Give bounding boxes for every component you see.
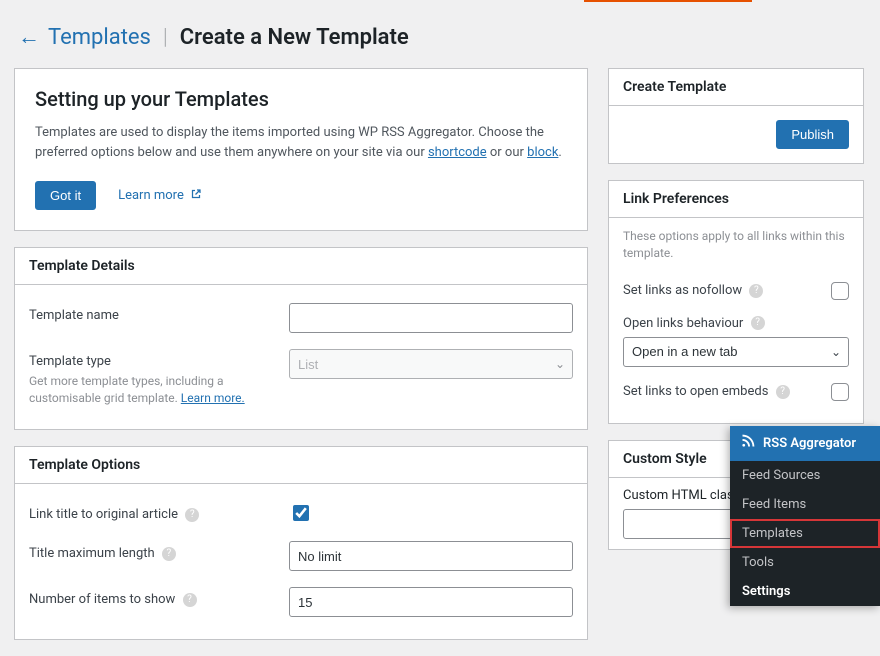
template-type-learnmore-link[interactable]: Learn more. <box>181 391 245 405</box>
learn-more-link[interactable]: Learn more <box>118 188 202 204</box>
create-template-card: Create Template Publish <box>608 68 864 164</box>
template-options-header: Template Options <box>15 447 587 484</box>
embeds-checkbox[interactable] <box>831 383 849 401</box>
create-template-header: Create Template <box>609 69 863 106</box>
intro-text: Templates are used to display the items … <box>35 123 567 163</box>
publish-button[interactable]: Publish <box>776 120 849 149</box>
link-preferences-card: Link Preferences These options apply to … <box>608 180 864 424</box>
intro-card: Setting up your Templates Templates are … <box>14 68 588 231</box>
rss-icon <box>740 434 755 453</box>
template-type-hint: Get more template types, including a cus… <box>29 373 279 407</box>
title-max-label: Title maximum length <box>29 546 155 561</box>
admin-submenu-item[interactable]: Feed Sources <box>730 461 880 490</box>
shortcode-link[interactable]: shortcode <box>428 145 487 160</box>
page-title: Create a New Template <box>180 25 409 50</box>
help-icon[interactable]: ? <box>185 508 199 522</box>
template-details-card: Template Details Template name Template … <box>14 247 588 430</box>
num-items-input[interactable] <box>289 587 573 617</box>
gotit-button[interactable]: Got it <box>35 181 96 210</box>
custom-html-class-label: Custom HTML class <box>623 488 740 503</box>
breadcrumb: ← Templates | Create a New Template <box>14 3 864 68</box>
openlinks-label: Open links behaviour <box>623 316 743 331</box>
link-title-checkbox[interactable] <box>293 505 309 521</box>
template-name-input[interactable] <box>289 303 573 333</box>
help-icon[interactable]: ? <box>776 385 790 399</box>
intro-title: Setting up your Templates <box>35 87 567 111</box>
top-accent <box>584 0 752 2</box>
help-icon[interactable]: ? <box>749 284 763 298</box>
help-icon[interactable]: ? <box>162 547 176 561</box>
admin-submenu-item[interactable]: Settings <box>730 577 880 606</box>
block-link[interactable]: block <box>527 145 558 160</box>
admin-submenu-head[interactable]: RSS Aggregator <box>730 426 880 461</box>
link-preferences-note: These options apply to all links within … <box>623 228 849 262</box>
admin-submenu: RSS Aggregator Feed SourcesFeed ItemsTem… <box>730 426 880 606</box>
template-details-header: Template Details <box>15 248 587 285</box>
admin-submenu-item[interactable]: Feed Items <box>730 490 880 519</box>
external-link-icon <box>190 188 202 204</box>
breadcrumb-separator: | <box>157 25 174 50</box>
title-max-input[interactable] <box>289 541 573 571</box>
num-items-label: Number of items to show <box>29 592 175 607</box>
admin-submenu-item[interactable]: Templates <box>730 519 880 548</box>
back-arrow-icon[interactable]: ← <box>18 27 42 49</box>
template-type-select[interactable]: List <box>289 349 573 379</box>
openlinks-select[interactable]: Open in a new tab <box>623 337 849 367</box>
breadcrumb-templates-link[interactable]: Templates <box>48 25 151 50</box>
nofollow-label: Set links as nofollow <box>623 283 742 298</box>
link-preferences-header: Link Preferences <box>609 181 863 218</box>
embeds-label: Set links to open embeds <box>623 384 768 399</box>
link-title-label: Link title to original article <box>29 507 178 522</box>
admin-submenu-item[interactable]: Tools <box>730 548 880 577</box>
template-name-label: Template name <box>29 303 279 325</box>
nofollow-checkbox[interactable] <box>831 282 849 300</box>
template-type-label: Template type <box>29 353 279 371</box>
template-options-card: Template Options Link title to original … <box>14 446 588 640</box>
help-icon[interactable]: ? <box>751 316 765 330</box>
